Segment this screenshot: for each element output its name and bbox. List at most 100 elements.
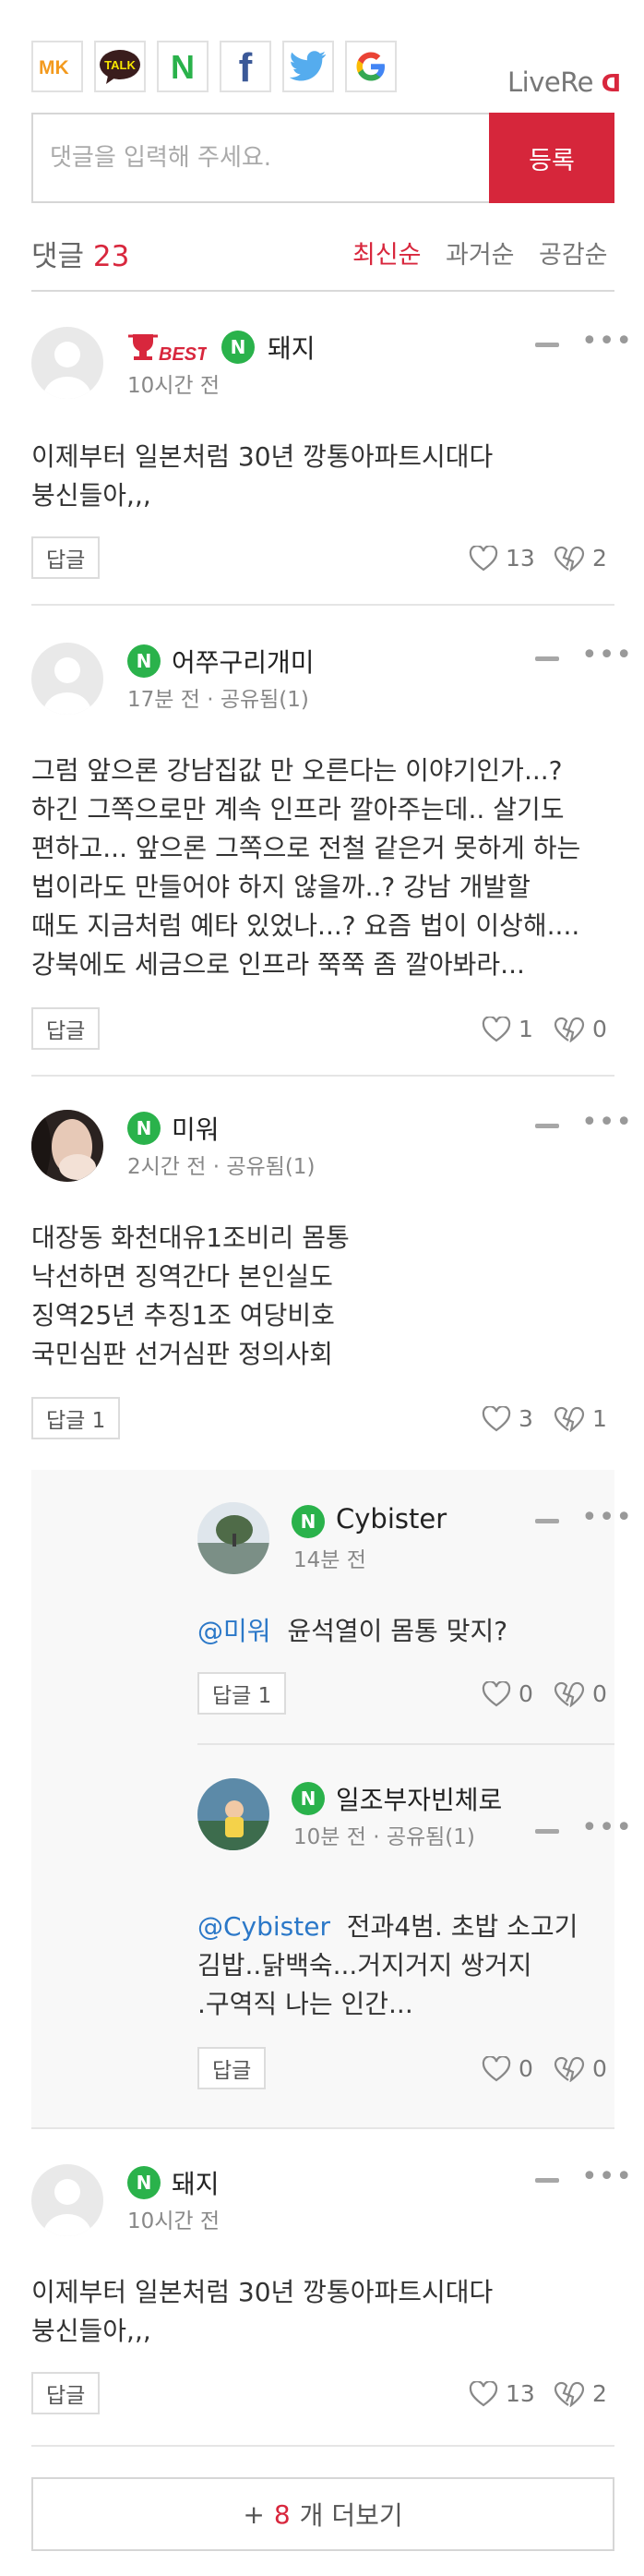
heart-icon	[482, 1405, 511, 1431]
like-button[interactable]: 3	[482, 1405, 533, 1432]
more-options-icon[interactable]: •••	[581, 1814, 633, 1842]
heart-icon	[482, 1016, 511, 1041]
share-twitter-button[interactable]	[282, 41, 334, 92]
comment-count: 댓글 23	[31, 240, 130, 273]
share-naver-button[interactable]: N	[157, 41, 209, 92]
avatar	[31, 643, 103, 715]
broken-heart-icon	[554, 2056, 585, 2082]
load-more-button[interactable]: +8 개 더보기	[31, 2477, 614, 2551]
share-mk-button[interactable]: MK	[31, 41, 83, 92]
author-name[interactable]: 어쭈구리개미	[172, 643, 315, 680]
collapse-icon[interactable]	[535, 1829, 559, 1834]
reply-button[interactable]: 답글	[31, 2372, 101, 2414]
dislike-button[interactable]: 0	[554, 1016, 607, 1042]
more-options-icon[interactable]: •••	[581, 1109, 633, 1137]
like-count: 1	[519, 1016, 533, 1042]
heart-icon	[469, 545, 498, 571]
comment-body: 그럼 앞으론 강남집값 만 오른다는 이야기인가...? 하긴 그쪽으로만 계속 …	[31, 755, 581, 980]
reply-button[interactable]: 답글 1	[197, 1672, 287, 1715]
reply-button[interactable]: 답글	[31, 1007, 101, 1050]
divider	[197, 1743, 614, 1745]
dislike-count: 1	[592, 1405, 607, 1432]
best-badge: BEST	[125, 329, 209, 369]
avatar	[197, 1778, 269, 1850]
google-icon	[356, 52, 385, 81]
more-options-icon[interactable]: •••	[581, 328, 633, 355]
mention-link[interactable]: @미워	[197, 1616, 271, 1646]
like-button[interactable]: 13	[469, 2380, 535, 2407]
broken-heart-icon	[554, 2381, 585, 2407]
comment-body: 이제부터 일본처럼 30년 깡통아파트시대다 붕신들아,,,	[31, 441, 494, 511]
broken-heart-icon	[554, 1406, 585, 1432]
author-name[interactable]: 미워	[172, 1110, 220, 1147]
sort-empathy-tab[interactable]: 공감순	[539, 235, 608, 271]
dislike-count: 0	[592, 1680, 607, 1707]
more-options-icon[interactable]: •••	[581, 642, 633, 669]
comment-input[interactable]	[33, 114, 489, 201]
comment-meta: 10시간 전	[127, 374, 221, 398]
like-count: 13	[506, 545, 535, 572]
comment-meta: 2시간 전 · 공유됨(1)	[127, 1155, 316, 1179]
author-name[interactable]: 돼지	[268, 329, 316, 366]
collapse-icon[interactable]	[535, 2178, 559, 2183]
sort-latest-tab[interactable]: 최신순	[352, 235, 422, 271]
dislike-button[interactable]: 2	[554, 2380, 607, 2407]
naver-badge-icon: N	[221, 331, 255, 364]
like-button[interactable]: 0	[482, 1680, 533, 1707]
author-name[interactable]: Cybister	[336, 1503, 447, 1535]
naver-badge-icon: N	[292, 1782, 325, 1815]
author-name[interactable]: 일조부자빈체로	[336, 1780, 502, 1817]
comment-body: @Cybister 전과4범. 초밥 소고기 김밥..닭백숙...거지거지 쌍거…	[197, 1911, 578, 2019]
dislike-button[interactable]: 2	[554, 545, 607, 572]
like-count: 0	[519, 2055, 533, 2082]
reply-button[interactable]: 답글 1	[31, 1397, 121, 1439]
more-options-icon[interactable]: •••	[581, 1504, 633, 1532]
comment-form: 등록	[31, 113, 614, 203]
livere-logo: LiveRe ᗡ	[507, 66, 621, 98]
avatar	[31, 327, 103, 399]
dislike-button[interactable]: 1	[554, 1405, 607, 1432]
share-facebook-button[interactable]: f	[220, 41, 271, 92]
collapse-icon[interactable]	[535, 1519, 559, 1523]
heart-icon	[482, 1680, 511, 1706]
naver-badge-icon: N	[127, 1112, 161, 1145]
collapse-icon[interactable]	[535, 656, 559, 661]
reply-button[interactable]: 답글	[197, 2047, 267, 2089]
dislike-count: 0	[592, 2055, 607, 2082]
naver-badge-icon: N	[292, 1505, 325, 1538]
collapse-icon[interactable]	[535, 343, 559, 347]
avatar	[31, 1110, 103, 1182]
svg-text:f: f	[239, 46, 253, 87]
dislike-button[interactable]: 0	[554, 2055, 607, 2082]
collapse-icon[interactable]	[535, 1124, 559, 1128]
share-kakaotalk-button[interactable]: TALK	[94, 41, 146, 92]
reply-button[interactable]: 답글	[31, 536, 101, 579]
like-count: 13	[506, 2380, 535, 2407]
divider	[31, 2445, 614, 2447]
like-button[interactable]: 0	[482, 2055, 533, 2082]
author-name[interactable]: 돼지	[172, 2164, 220, 2201]
naver-icon: N	[171, 50, 195, 83]
dislike-count: 0	[592, 1016, 607, 1042]
avatar	[31, 2164, 103, 2236]
dislike-count: 2	[592, 2380, 607, 2407]
comment-meta: 10분 전 · 공유됨(1)	[293, 1825, 475, 1849]
comment-body: 대장동 화천대유1조비리 몸통 낙선하면 징역간다 본인실도 징역25년 추징1조 …	[31, 1222, 350, 1369]
like-count: 3	[519, 1405, 533, 1432]
heart-icon	[469, 2380, 498, 2406]
svg-text:MK: MK	[39, 57, 69, 77]
submit-button[interactable]: 등록	[489, 113, 614, 203]
broken-heart-icon	[554, 1681, 585, 1707]
mention-link[interactable]: @Cybister	[197, 1911, 330, 1942]
like-button[interactable]: 13	[469, 545, 535, 572]
like-button[interactable]: 1	[482, 1016, 533, 1042]
twitter-icon	[290, 51, 327, 81]
share-google-button[interactable]	[345, 41, 397, 92]
comment-meta: 14분 전	[293, 1548, 366, 1572]
divider	[31, 2127, 614, 2129]
naver-badge-icon: N	[127, 644, 161, 678]
sort-oldest-tab[interactable]: 과거순	[446, 235, 515, 271]
divider	[31, 1075, 614, 1077]
more-options-icon[interactable]: •••	[581, 2163, 633, 2191]
dislike-button[interactable]: 0	[554, 1680, 607, 1707]
